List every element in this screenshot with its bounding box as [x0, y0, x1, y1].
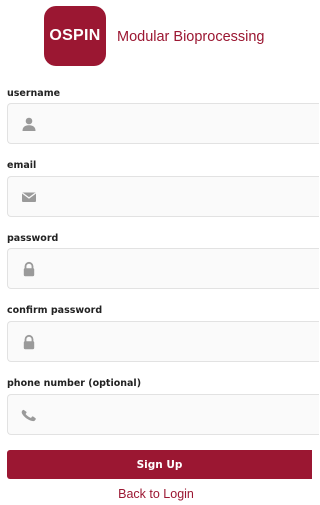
phone-icon	[21, 409, 36, 422]
tagline: Modular Bioprocessing	[117, 29, 265, 45]
confirm-password-label: confirm password	[7, 305, 103, 316]
confirm-password-input[interactable]	[48, 322, 308, 361]
ospin-logo: OSPIN	[44, 6, 106, 66]
phone-field[interactable]	[7, 394, 319, 435]
phone-label: phone number (optional)	[7, 378, 142, 389]
signup-page: OSPIN Modular Bioprocessing username ema…	[0, 0, 319, 505]
phone-input[interactable]	[48, 395, 308, 434]
username-field[interactable]	[7, 103, 319, 144]
sign-up-button[interactable]: Sign Up	[7, 450, 312, 479]
username-label: username	[7, 88, 61, 99]
back-to-login-link[interactable]: Back to Login	[0, 487, 312, 501]
email-label: email	[7, 160, 37, 171]
lock-icon	[23, 261, 35, 277]
password-label: password	[7, 233, 59, 244]
username-input[interactable]	[48, 104, 308, 143]
user-icon	[22, 117, 36, 131]
email-field[interactable]	[7, 176, 319, 217]
logo-text: OSPIN	[49, 27, 101, 44]
envelope-icon	[21, 192, 37, 202]
password-field[interactable]	[7, 248, 319, 289]
email-input[interactable]	[48, 177, 308, 216]
password-input[interactable]	[48, 249, 308, 288]
header: OSPIN Modular Bioprocessing	[0, 0, 312, 86]
lock-icon	[23, 334, 35, 350]
confirm-password-field[interactable]	[7, 321, 319, 362]
